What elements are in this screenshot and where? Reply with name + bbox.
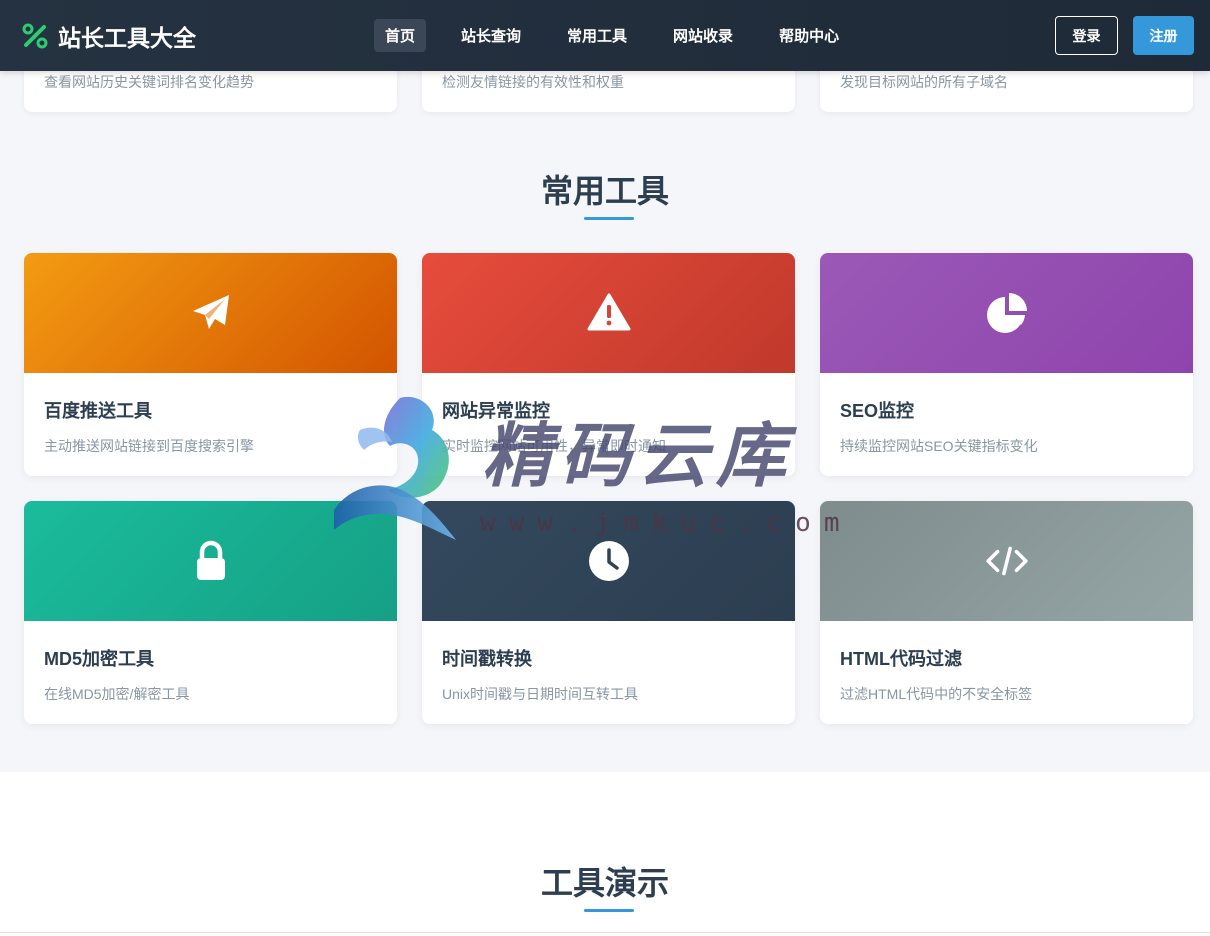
tool-card-desc: 过滤HTML代码中的不安全标签	[840, 686, 1033, 702]
site-title: 站长工具大全	[58, 24, 196, 51]
tool-card-banner	[422, 253, 795, 373]
tool-card-desc: 检测友情链接的有效性和权重	[442, 74, 624, 90]
tool-card-desc: 主动推送网站链接到百度搜索引擎	[44, 438, 254, 454]
tool-card-banner	[820, 501, 1193, 621]
tool-card-desc: Unix时间戳与日期时间互转工具	[442, 686, 639, 702]
tool-card-timestamp[interactable]: 时间戳转换 Unix时间戳与日期时间互转工具	[422, 501, 795, 724]
section-title-demo: 工具演示	[540, 865, 669, 901]
title-underline	[584, 909, 634, 912]
login-button[interactable]: 登录	[1055, 16, 1118, 55]
warning-icon	[587, 293, 630, 331]
nav-item-common-tools[interactable]: 常用工具	[556, 19, 638, 52]
tool-card-site-monitor[interactable]: 网站异常监控 实时监控网站可用性，异常即时通知	[422, 253, 795, 476]
tool-card-banner	[24, 501, 397, 621]
tool-card-baidu-push[interactable]: 百度推送工具 主动推送网站链接到百度搜索引擎	[24, 253, 397, 476]
tools-icon	[22, 23, 48, 48]
title-underline	[584, 217, 634, 220]
tool-card-seo-monitor[interactable]: SEO监控 持续监控网站SEO关键指标变化	[820, 253, 1193, 476]
pie-chart-icon	[986, 293, 1027, 333]
register-button[interactable]: 注册	[1133, 16, 1194, 55]
clock-icon	[588, 541, 629, 581]
auth-buttons: 登录 注册	[1055, 16, 1194, 55]
tool-card-desc: 查看网站历史关键词排名变化趋势	[44, 74, 254, 90]
paper-plane-icon	[192, 295, 229, 329]
tool-card-name: HTML代码过滤	[840, 649, 962, 669]
tool-card-desc: 持续监控网站SEO关键指标变化	[840, 438, 1038, 454]
section-title-common-tools: 常用工具	[540, 173, 669, 209]
tool-card-name: SEO监控	[840, 401, 915, 421]
tool-card-name: 网站异常监控	[442, 401, 550, 421]
tool-card-name: MD5加密工具	[44, 649, 155, 669]
tool-card-name: 百度推送工具	[44, 401, 152, 421]
nav-item-help-center[interactable]: 帮助中心	[768, 19, 850, 52]
tool-card-md5[interactable]: MD5加密工具 在线MD5加密/解密工具	[24, 501, 397, 724]
tool-card-banner	[24, 253, 397, 373]
nav-item-webmaster-query[interactable]: 站长查询	[450, 19, 532, 52]
top-navbar: 站长工具大全 首页 站长查询 常用工具 网站收录 帮助中心 登录 注册	[0, 0, 1210, 71]
tool-card-desc: 在线MD5加密/解密工具	[44, 686, 190, 702]
tool-card-html-filter[interactable]: HTML代码过滤 过滤HTML代码中的不安全标签	[820, 501, 1193, 724]
code-icon	[985, 546, 1028, 576]
site-logo[interactable]: 站长工具大全	[22, 0, 196, 71]
nav-item-site-index[interactable]: 网站收录	[662, 19, 744, 52]
main-nav: 首页 站长查询 常用工具 网站收录 帮助中心	[374, 0, 874, 71]
nav-item-home[interactable]: 首页	[374, 19, 427, 52]
lock-icon	[196, 540, 225, 580]
tool-card-banner	[422, 501, 795, 621]
tool-card-banner	[820, 253, 1193, 373]
demo-section: 工具演示	[0, 772, 1210, 936]
section-divider	[0, 932, 1210, 933]
tool-card-desc: 实时监控网站可用性，异常即时通知	[442, 438, 666, 454]
tool-card-name: 时间戳转换	[442, 649, 532, 669]
tool-card-desc: 发现目标网站的所有子域名	[840, 74, 1008, 90]
